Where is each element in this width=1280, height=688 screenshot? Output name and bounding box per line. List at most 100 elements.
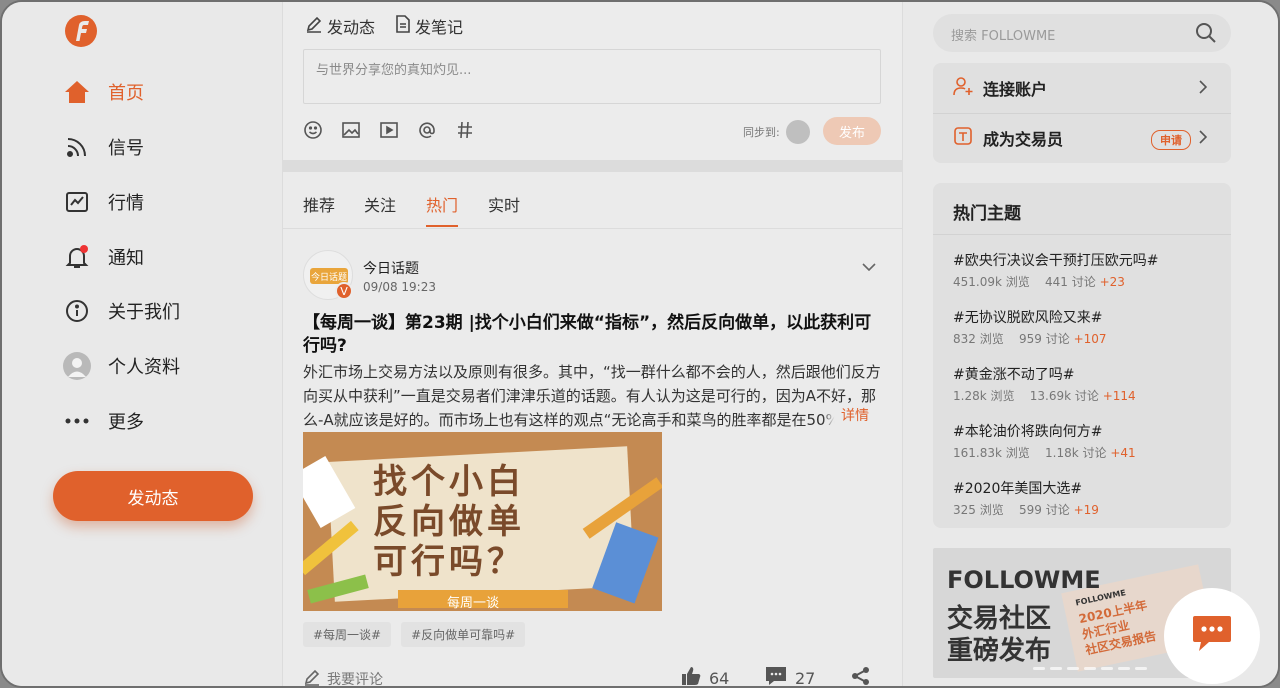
left-sidebar: 首页 信号 行情 通知 关于我们 个人资料 更多 发动态: [2, 2, 283, 686]
tab-post-label: 发动态: [327, 18, 376, 37]
apply-badge[interactable]: 申请: [1151, 130, 1191, 150]
hot-topic-item[interactable]: #无协议脱欧风险又来# 832 浏览 959 讨论 +107: [953, 307, 1223, 347]
tab-hot[interactable]: 热门: [426, 192, 459, 227]
post-author[interactable]: 今日话题: [363, 258, 419, 278]
hot-topics-title: 热门主题: [953, 204, 1021, 224]
composer-tools: [303, 120, 475, 140]
feed-tabs: 推荐 关注 热门 实时: [283, 172, 902, 229]
post-body: 外汇市场上交易方法以及原则有很多。其中，“找一群什么都不会的人，然后跟他们反方向…: [303, 363, 881, 429]
nav-notifications[interactable]: 通知: [62, 241, 144, 273]
hot-topic-item[interactable]: #2020年美国大选# 325 浏览 599 讨论 +19: [953, 478, 1223, 518]
connect-account-link[interactable]: 连接账户: [933, 63, 1231, 113]
nav-about-label: 关于我们: [108, 302, 180, 323]
nav-home[interactable]: 首页: [62, 76, 144, 108]
info-icon: [62, 296, 92, 326]
tag-chip[interactable]: #每周一谈#: [303, 622, 392, 647]
nav-profile[interactable]: 个人资料: [62, 350, 180, 382]
followme-logo[interactable]: [64, 14, 98, 48]
chevron-down-icon[interactable]: [862, 256, 876, 275]
post-actions: 我要评论 64 27: [303, 666, 883, 688]
publish-button[interactable]: 发布: [823, 117, 881, 145]
right-sidebar: 搜索 FOLLOWME 连接账户 成为交易员 申请 热门主题 #欧央行决议会干预…: [902, 2, 1278, 686]
weibo-icon[interactable]: [786, 120, 810, 144]
topic-meta: 1.28k 浏览 13.69k 讨论 +114: [953, 389, 1136, 403]
tab-note[interactable]: 发笔记: [395, 14, 463, 38]
topic-meta: 832 浏览 959 讨论 +107: [953, 332, 1107, 346]
edit-icon: [303, 668, 321, 686]
tab-following[interactable]: 关注: [364, 192, 396, 216]
nav-signal[interactable]: 信号: [62, 131, 144, 163]
post-tags: #每周一谈# #反向做单可靠吗#: [303, 622, 526, 647]
account-card: 连接账户 成为交易员 申请: [933, 63, 1231, 163]
chat-button[interactable]: [1164, 588, 1260, 684]
comment-icon: [765, 666, 787, 686]
add-user-icon: [953, 76, 973, 100]
image-caption: 每周一谈: [447, 596, 500, 611]
search-icon[interactable]: [1195, 22, 1270, 48]
feed-post: 今日话题 V 今日话题 09/08 19:23 【每周一谈】第23期 |找个小白…: [283, 230, 902, 688]
hashtag-icon[interactable]: [455, 120, 475, 140]
topic-meta: 325 浏览 599 讨论 +19: [953, 503, 1099, 517]
become-trader-link[interactable]: 成为交易员 申请: [933, 113, 1231, 163]
comment-link[interactable]: 我要评论: [303, 668, 383, 686]
share-icon[interactable]: [851, 666, 871, 686]
composer: 发动态 发笔记 与世界分享您的真知灼见... 同步到: 发布: [283, 2, 902, 160]
image-line-3: 可行吗？: [373, 542, 525, 582]
topic-title: #2020年美国大选#: [953, 481, 1083, 497]
post-time: 09/08 19:23: [363, 280, 436, 294]
chat-icon: [1191, 614, 1233, 658]
nav-more[interactable]: 更多: [62, 405, 144, 437]
image-line-2: 反向做单: [373, 502, 525, 542]
tab-post[interactable]: 发动态: [305, 14, 375, 38]
nav-market-label: 行情: [108, 193, 144, 214]
nav-more-label: 更多: [108, 412, 144, 433]
rss-icon: [62, 132, 92, 162]
tab-realtime[interactable]: 实时: [488, 192, 520, 216]
like-count: 64: [709, 668, 730, 688]
edit-icon: [305, 15, 323, 37]
connect-account-label: 连接账户: [983, 80, 1048, 99]
banner-line-3: 重磅发布: [947, 636, 1052, 666]
nav-notifications-label: 通知: [108, 248, 144, 269]
bell-icon: [62, 242, 92, 272]
nav-profile-label: 个人资料: [108, 357, 180, 378]
topic-title: #本轮油价将跌向何方#: [953, 424, 1103, 440]
tab-recommend[interactable]: 推荐: [303, 192, 335, 216]
hot-divider: [933, 234, 1231, 235]
nav-market[interactable]: 行情: [62, 186, 144, 218]
become-trader-label: 成为交易员: [983, 130, 1064, 149]
topic-meta: 161.83k 浏览 1.18k 讨论 +41: [953, 446, 1136, 460]
comment-count: 27: [795, 668, 816, 688]
post-image[interactable]: 找个小白 反向做单 可行吗？ 每周一谈: [303, 432, 662, 611]
hot-topics-card: 热门主题 #欧央行决议会干预打压欧元吗# 451.09k 浏览 441 讨论 +…: [933, 183, 1231, 528]
post-button[interactable]: 发动态: [53, 471, 253, 521]
search-input[interactable]: 搜索 FOLLOWME: [933, 14, 1231, 52]
more-icon: [62, 406, 92, 436]
topic-title: #无协议脱欧风险又来#: [953, 310, 1103, 326]
carousel-dots[interactable]: [1033, 667, 1147, 670]
topic-title: #欧央行决议会干预打压欧元吗#: [953, 253, 1159, 269]
hot-topic-item[interactable]: #本轮油价将跌向何方# 161.83k 浏览 1.18k 讨论 +41: [953, 421, 1223, 461]
mention-icon[interactable]: [417, 120, 437, 140]
video-icon[interactable]: [379, 120, 399, 140]
composer-input[interactable]: 与世界分享您的真知灼见...: [303, 49, 881, 104]
like-button[interactable]: 64: [681, 666, 730, 688]
hot-topic-item[interactable]: #欧央行决议会干预打压欧元吗# 451.09k 浏览 441 讨论 +23: [953, 250, 1223, 290]
nav-about[interactable]: 关于我们: [62, 295, 180, 327]
post-title[interactable]: 【每周一谈】第23期 |找个小白们来做“指标”，然后反向做单，以此获利可行吗?: [303, 312, 883, 358]
nav-home-label: 首页: [108, 83, 144, 104]
image-icon[interactable]: [341, 120, 361, 140]
nav-signal-label: 信号: [108, 138, 144, 159]
tag-chip[interactable]: #反向做单可靠吗#: [401, 622, 526, 647]
chevron-right-icon: [1199, 129, 1208, 148]
topic-meta: 451.09k 浏览 441 讨论 +23: [953, 275, 1125, 289]
verified-badge: V: [335, 282, 353, 300]
emoji-icon[interactable]: [303, 120, 323, 140]
chevron-right-icon: [1199, 79, 1208, 98]
hot-topic-item[interactable]: #黄金涨不动了吗# 1.28k 浏览 13.69k 讨论 +114: [953, 364, 1223, 404]
comments-button[interactable]: 27: [765, 666, 816, 688]
avatar: [62, 351, 92, 381]
read-more-link[interactable]: 详情: [823, 405, 869, 425]
image-headline: 找个小白 反向做单 可行吗？: [373, 462, 525, 582]
thumbs-up-icon: [681, 666, 701, 686]
